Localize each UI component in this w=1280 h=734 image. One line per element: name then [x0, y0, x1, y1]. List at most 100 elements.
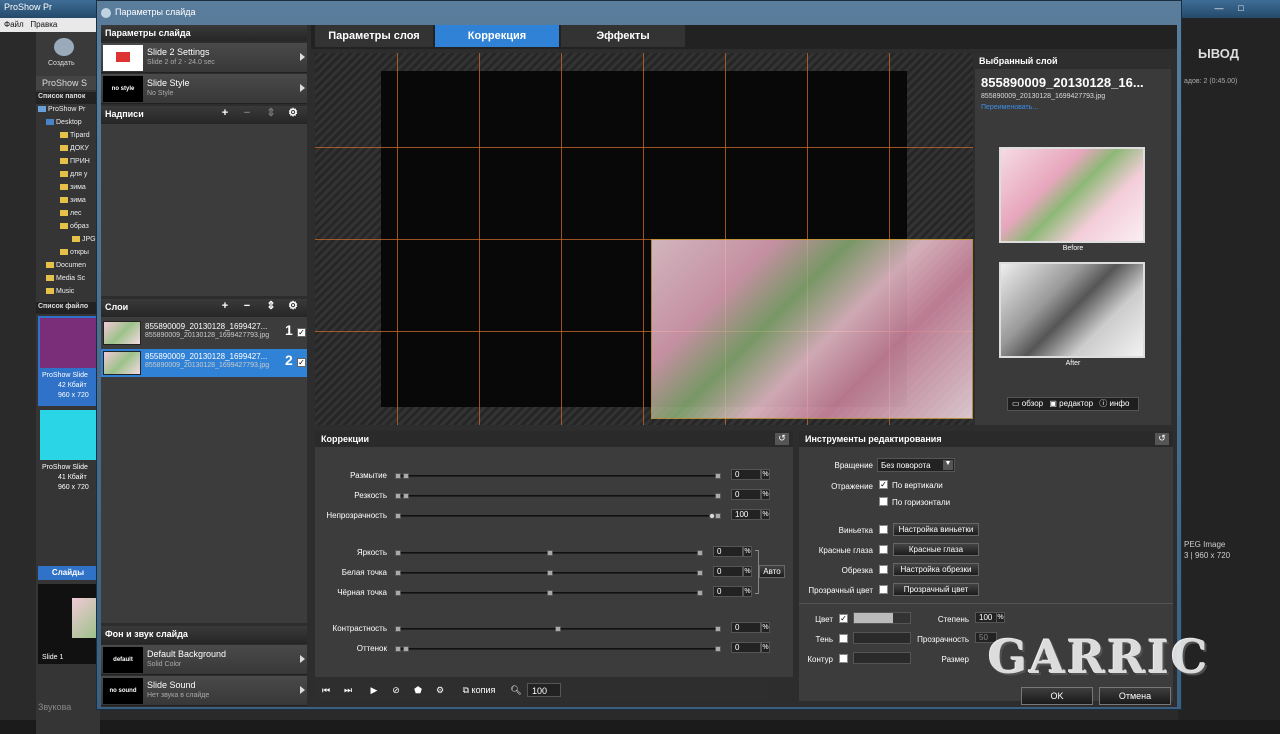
tree-item[interactable]: ProShow Pr: [38, 106, 85, 113]
info-button[interactable]: ⓘ инфо: [1099, 399, 1129, 408]
layer-item-selected[interactable]: 855890009_20130128_1699427... 855890009_…: [101, 349, 307, 377]
prev-slide-icon[interactable]: ⏮: [319, 683, 333, 697]
vertical-checkbox[interactable]: ✓: [879, 480, 888, 489]
tab-effects[interactable]: Эффекты: [561, 25, 685, 47]
contrast-slider[interactable]: [395, 626, 721, 632]
blur-slider[interactable]: [395, 473, 721, 479]
hue-slider[interactable]: [395, 646, 721, 652]
layer-image[interactable]: [651, 239, 973, 419]
sharpness-slider[interactable]: [395, 493, 721, 499]
tree-item[interactable]: зима: [60, 197, 86, 204]
slides-tab[interactable]: Слайды: [38, 566, 98, 580]
transparent-color-button[interactable]: Прозрачный цвет: [893, 583, 979, 596]
crop-settings-button[interactable]: Настройка обрезки: [893, 563, 979, 576]
tree-item[interactable]: Media Sc: [46, 275, 85, 282]
ok-button[interactable]: OK: [1021, 687, 1093, 705]
blur-value[interactable]: 0: [731, 469, 761, 480]
sound-item[interactable]: no sound Slide Sound Нет звука в слайде: [101, 676, 307, 706]
redeye-checkbox[interactable]: [879, 545, 888, 554]
tree-item[interactable]: Music: [46, 288, 74, 295]
add-caption-icon[interactable]: +: [219, 108, 231, 120]
reset-icon[interactable]: ↺: [1155, 433, 1169, 445]
tree-item[interactable]: Documen: [46, 262, 86, 269]
outline-checkbox[interactable]: [839, 654, 848, 663]
slide-preview[interactable]: [315, 53, 973, 425]
tree-item[interactable]: зима: [60, 184, 86, 191]
zoom-icon[interactable]: 🔍︎: [509, 683, 523, 697]
layer-number: 2: [285, 352, 293, 368]
tree-item[interactable]: JPG: [72, 236, 96, 243]
gear-icon[interactable]: ⚙: [287, 301, 299, 313]
arrow-right-icon[interactable]: [300, 655, 305, 663]
add-layer-icon[interactable]: +: [219, 301, 231, 313]
menu-edit[interactable]: Правка: [30, 20, 57, 29]
cancel-button[interactable]: Отмена: [1099, 687, 1171, 705]
reorder-icon[interactable]: ⇕: [265, 301, 277, 313]
auto-button[interactable]: Авто: [759, 565, 785, 578]
sharpness-value[interactable]: 0: [731, 489, 761, 500]
tree-item[interactable]: откры: [60, 249, 89, 256]
file-item[interactable]: ProShow Slide 41 Кбайт 960 x 720: [38, 408, 98, 498]
captions-list[interactable]: [101, 124, 307, 296]
arrow-right-icon[interactable]: [300, 53, 305, 61]
tab-layer-settings[interactable]: Параметры слоя: [315, 25, 433, 47]
opacity-slider[interactable]: [395, 513, 721, 519]
tree-item[interactable]: образ: [60, 223, 89, 230]
background-item[interactable]: default Default Background Solid Color: [101, 645, 307, 675]
tab-correction[interactable]: Коррекция: [435, 25, 559, 47]
maximize-icon[interactable]: □: [1230, 1, 1252, 17]
browse-button[interactable]: ▭ обзор: [1012, 399, 1043, 408]
layer-visible-checkbox[interactable]: ✓: [297, 358, 306, 367]
gear-icon[interactable]: ⚙: [287, 108, 299, 120]
layer-item[interactable]: 855890009_20130128_1699427... 855890009_…: [101, 319, 307, 347]
shadow-checkbox[interactable]: [839, 634, 848, 643]
black-point-value[interactable]: 0: [713, 586, 743, 597]
opacity-value[interactable]: 100: [731, 509, 761, 520]
marker-icon[interactable]: ⬟: [411, 683, 425, 697]
file-item[interactable]: ProShow Slide 42 Кбайт 960 x 720: [38, 316, 98, 406]
black-point-slider[interactable]: [395, 590, 703, 596]
tree-item[interactable]: лес: [60, 210, 81, 217]
remove-layer-icon[interactable]: −: [241, 301, 253, 313]
horizontal-label: По горизонтали: [892, 498, 951, 507]
degree-value[interactable]: 100: [975, 612, 997, 623]
minimize-icon[interactable]: —: [1208, 1, 1230, 17]
rename-link[interactable]: Переименовать...: [981, 104, 1038, 111]
tree-item[interactable]: ДОКУ: [60, 145, 89, 152]
tree-item[interactable]: Tipard: [60, 132, 90, 139]
gear-icon[interactable]: ⚙: [433, 683, 447, 697]
tree-item[interactable]: Desktop: [46, 119, 82, 126]
horizontal-checkbox[interactable]: [879, 497, 888, 506]
slide-thumb[interactable]: Slide 1: [38, 584, 98, 664]
vignette-settings-button[interactable]: Настройка виньетки: [893, 523, 979, 536]
brightness-value[interactable]: 0: [713, 546, 743, 557]
zoom-input[interactable]: 100: [527, 683, 561, 697]
layer-visible-checkbox[interactable]: ✓: [297, 328, 306, 337]
reorder-icon[interactable]: ⇕: [265, 108, 277, 120]
white-point-value[interactable]: 0: [713, 566, 743, 577]
editor-button[interactable]: ▣ редактор: [1049, 399, 1093, 408]
menu-file[interactable]: Файл: [4, 20, 24, 29]
copy-button[interactable]: ⧉ копия: [457, 683, 501, 697]
next-slide-icon[interactable]: ⏭: [341, 683, 355, 697]
slide-settings-item[interactable]: Slide 2 Settings Slide 2 of 2 - 24.0 sec: [101, 43, 307, 73]
play-icon[interactable]: ▶: [367, 683, 381, 697]
slide-style-item[interactable]: no style Slide Style No Style: [101, 74, 307, 104]
arrow-right-icon[interactable]: [300, 84, 305, 92]
chevron-down-icon[interactable]: ▼: [943, 460, 953, 470]
brightness-slider[interactable]: [395, 550, 703, 556]
crop-checkbox[interactable]: [879, 565, 888, 574]
color-checkbox[interactable]: ✓: [839, 614, 848, 623]
arrow-right-icon[interactable]: [300, 686, 305, 694]
tree-item[interactable]: для у: [60, 171, 87, 178]
reset-icon[interactable]: ↺: [775, 433, 789, 445]
create-icon[interactable]: [54, 38, 74, 56]
white-point-slider[interactable]: [395, 570, 703, 576]
remove-caption-icon[interactable]: −: [241, 108, 253, 120]
rotation-select[interactable]: Без поворота ▼: [877, 458, 955, 472]
vignette-checkbox[interactable]: [879, 525, 888, 534]
tree-item[interactable]: ПРИН: [60, 158, 90, 165]
redeye-button[interactable]: Красные глаза: [893, 543, 979, 556]
stop-icon[interactable]: ⊘: [389, 683, 403, 697]
transparent-color-checkbox[interactable]: [879, 585, 888, 594]
